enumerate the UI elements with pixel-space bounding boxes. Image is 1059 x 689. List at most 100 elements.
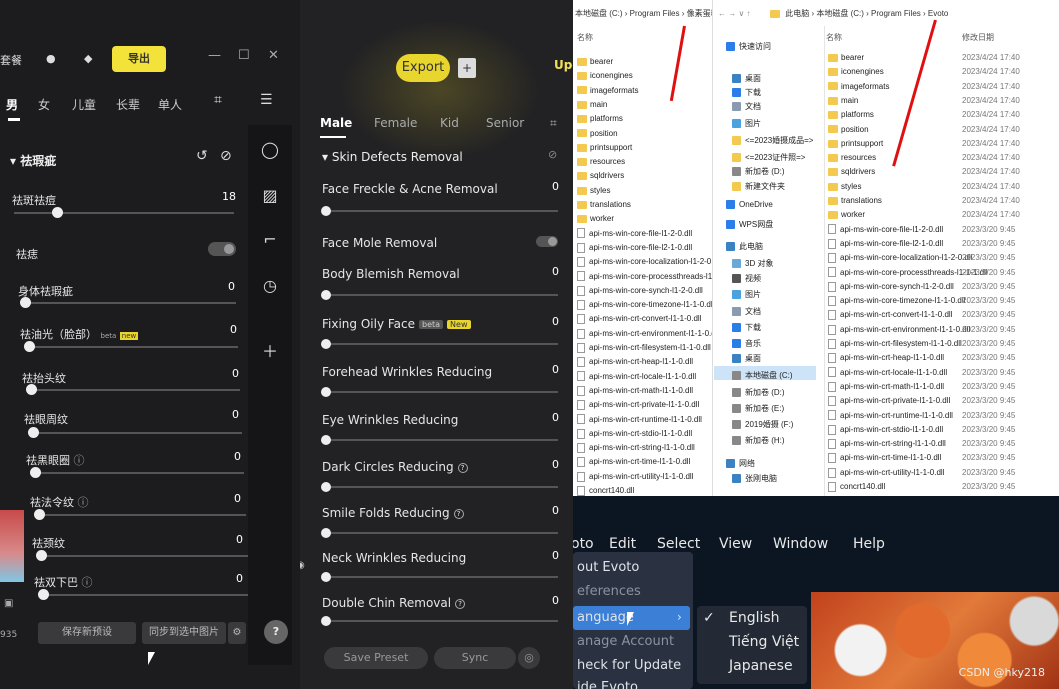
tab-senior[interactable]: Senior xyxy=(486,116,524,130)
tag-icon[interactable]: ◆ xyxy=(84,52,92,65)
file-row[interactable]: api-ms-win-crt-locale-l1-1-0.dll xyxy=(577,370,696,384)
file-row[interactable]: api-ms-win-crt-filesystem-l1-1-0.dll xyxy=(577,341,711,355)
file-row[interactable]: api-ms-win-core-file-l2-1-0.dll 2023/3/20… xyxy=(828,237,1015,251)
gallery-icon[interactable]: ▣ xyxy=(4,598,13,609)
oily-face-knob[interactable] xyxy=(24,341,35,352)
neck-slider[interactable] xyxy=(38,555,248,557)
nav-item[interactable]: 3D 对象 xyxy=(732,257,773,271)
file-row[interactable]: api-ms-win-crt-string-l1-1-0.dll xyxy=(577,441,695,455)
body-blemish-knob[interactable] xyxy=(20,297,31,308)
neck-value[interactable]: 0 xyxy=(236,533,243,546)
crumb-program-files[interactable]: Program Files xyxy=(630,9,680,18)
file-row[interactable]: api-ms-win-crt-runtime-l1-1-0.dll xyxy=(577,413,702,427)
file-row[interactable]: concrt140.dll 2023/3/20 9:45 xyxy=(828,480,1015,494)
nav-item[interactable]: 图片 xyxy=(732,288,761,302)
folder-row[interactable]: resources 2023/4/24 17:40 xyxy=(828,151,1020,165)
nav-item[interactable]: 图片 xyxy=(732,117,761,131)
menu-evoto[interactable]: oto xyxy=(573,536,594,552)
info-icon[interactable]: ? xyxy=(457,462,468,473)
dark-circle-value[interactable]: 0 xyxy=(234,450,241,463)
face-detect-icon[interactable]: ⌗ xyxy=(214,92,222,108)
folder-row[interactable]: styles xyxy=(577,184,610,198)
nav-item[interactable]: 下载 xyxy=(732,86,761,100)
file-row[interactable]: api-ms-win-crt-environment-l1-1-0.dll xyxy=(577,327,712,341)
file-row[interactable]: api-ms-win-crt-utility-l1-1-0.dll 2023/3/… xyxy=(828,466,1015,480)
folder-row[interactable]: sqldrivers xyxy=(577,169,624,183)
close-icon[interactable]: ✕ xyxy=(268,48,279,63)
file-row[interactable]: api-ms-win-crt-heap-l1-1-0.dll 2023/3/20 … xyxy=(828,351,1015,365)
smile-fold-value[interactable]: 0 xyxy=(552,504,559,517)
folder-row[interactable]: worker 2023/4/24 17:40 xyxy=(828,208,1020,222)
oily-face-value[interactable]: 0 xyxy=(552,315,559,328)
body-blemish-value[interactable]: 0 xyxy=(552,265,559,278)
body-blemish-value[interactable]: 0 xyxy=(228,280,235,293)
double-chin-value[interactable]: 0 xyxy=(236,572,243,585)
info-icon[interactable]: ? xyxy=(453,508,464,519)
file-row[interactable]: api-ms-win-crt-utility-l1-1-0.dll xyxy=(577,470,693,484)
folder-row[interactable]: styles 2023/4/24 17:40 xyxy=(828,180,1020,194)
export-button[interactable]: 导出 xyxy=(112,46,166,72)
forehead-value[interactable]: 0 xyxy=(232,367,239,380)
eye-wrinkle-knob[interactable] xyxy=(321,435,331,445)
sync-button[interactable]: Sync xyxy=(434,647,516,669)
file-row[interactable]: api-ms-win-crt-time-l1-1-0.dll xyxy=(577,455,690,469)
nav-item[interactable]: 文档 xyxy=(732,100,761,114)
sync-button[interactable]: 同步到选中图片 xyxy=(142,622,226,644)
file-row[interactable]: concrt140.dll xyxy=(577,484,634,496)
file-row[interactable]: api-ms-win-core-processthreads-l1-1-1.dl… xyxy=(828,266,1015,280)
address-bar[interactable]: 本地磁盘 (C:) › Program Files › 像素蛋糕 xyxy=(575,4,712,24)
body-blemish-slider[interactable] xyxy=(326,294,558,296)
tab-kid[interactable]: 儿童 xyxy=(72,96,96,113)
file-row[interactable]: api-ms-win-crt-private-l1-1-0.dll 2023/3/… xyxy=(828,394,1015,408)
export-options-icon[interactable]: + xyxy=(458,58,476,78)
nav-item[interactable]: 桌面 xyxy=(732,352,761,366)
language-vietnamese[interactable]: Tiếng Việt xyxy=(729,634,799,650)
oily-face-slider[interactable] xyxy=(326,343,558,345)
oily-face-knob[interactable] xyxy=(321,339,331,349)
double-chin-slider[interactable] xyxy=(40,594,248,596)
smile-fold-slider[interactable] xyxy=(36,514,246,516)
menu-window[interactable]: Window xyxy=(773,536,828,552)
tab-kid[interactable]: Kid xyxy=(440,116,459,130)
export-button[interactable]: Export xyxy=(396,54,450,82)
file-row[interactable]: api-ms-win-crt-stdio-l1-1-0.dll xyxy=(577,427,692,441)
sync-settings-icon[interactable]: ◎ xyxy=(518,647,540,669)
folder-row[interactable]: position xyxy=(577,127,618,141)
tab-male[interactable]: Male xyxy=(320,116,352,130)
add-icon[interactable]: ＋ xyxy=(260,342,280,362)
double-chin-value[interactable]: 0 xyxy=(552,594,559,607)
photo-thumbnail[interactable] xyxy=(0,510,24,582)
folder-row[interactable]: iconengines xyxy=(577,69,633,83)
nav-item[interactable]: 本地磁盘 (C:) xyxy=(732,369,793,383)
folder-row[interactable]: translations xyxy=(577,198,631,212)
name-column-header[interactable]: 名称 xyxy=(826,32,842,43)
neck-knob[interactable] xyxy=(36,550,47,561)
forehead-slider[interactable] xyxy=(28,389,240,391)
nav-item[interactable]: 此电脑 xyxy=(726,240,763,254)
dark-circle-knob[interactable] xyxy=(30,467,41,478)
file-row[interactable]: api-ms-win-core-timezone-l1-1-0.dll xyxy=(577,298,712,312)
help-edge-icon[interactable]: ◉ xyxy=(300,560,305,571)
menu-help[interactable]: Help xyxy=(853,536,885,552)
forehead-slider[interactable] xyxy=(326,391,558,393)
crumb-app-folder[interactable]: 像素蛋糕 xyxy=(687,9,712,18)
section-title[interactable]: ▾ 祛瑕疵 xyxy=(10,152,56,169)
menu-item-check-update[interactable]: heck for Update xyxy=(577,658,681,673)
double-chin-knob[interactable] xyxy=(38,589,49,600)
file-row[interactable]: api-ms-win-core-timezone-l1-1-0.dll 2023/… xyxy=(828,294,1015,308)
body-blemish-knob[interactable] xyxy=(321,290,331,300)
history-icon[interactable]: ◷ xyxy=(260,276,280,296)
tab-female[interactable]: 女 xyxy=(38,96,50,113)
minimize-icon[interactable]: — xyxy=(208,48,221,63)
file-row[interactable]: api-ms-win-core-localization-l1-2-0.dll xyxy=(577,255,712,269)
folder-row[interactable]: main 2023/4/24 17:40 xyxy=(828,94,1020,108)
menu-view[interactable]: View xyxy=(719,536,752,552)
menu-item-hide[interactable]: ide Evoto xyxy=(577,680,638,689)
folder-row[interactable]: main xyxy=(577,98,607,112)
forehead-knob[interactable] xyxy=(26,384,37,395)
folder-row[interactable]: imageformats 2023/4/24 17:40 xyxy=(828,80,1020,94)
oily-face-slider[interactable] xyxy=(26,346,238,348)
language-english[interactable]: English xyxy=(729,610,780,626)
face-detect-icon[interactable]: ⌗ xyxy=(550,116,557,131)
nav-item[interactable]: WPS网盘 xyxy=(726,218,773,232)
